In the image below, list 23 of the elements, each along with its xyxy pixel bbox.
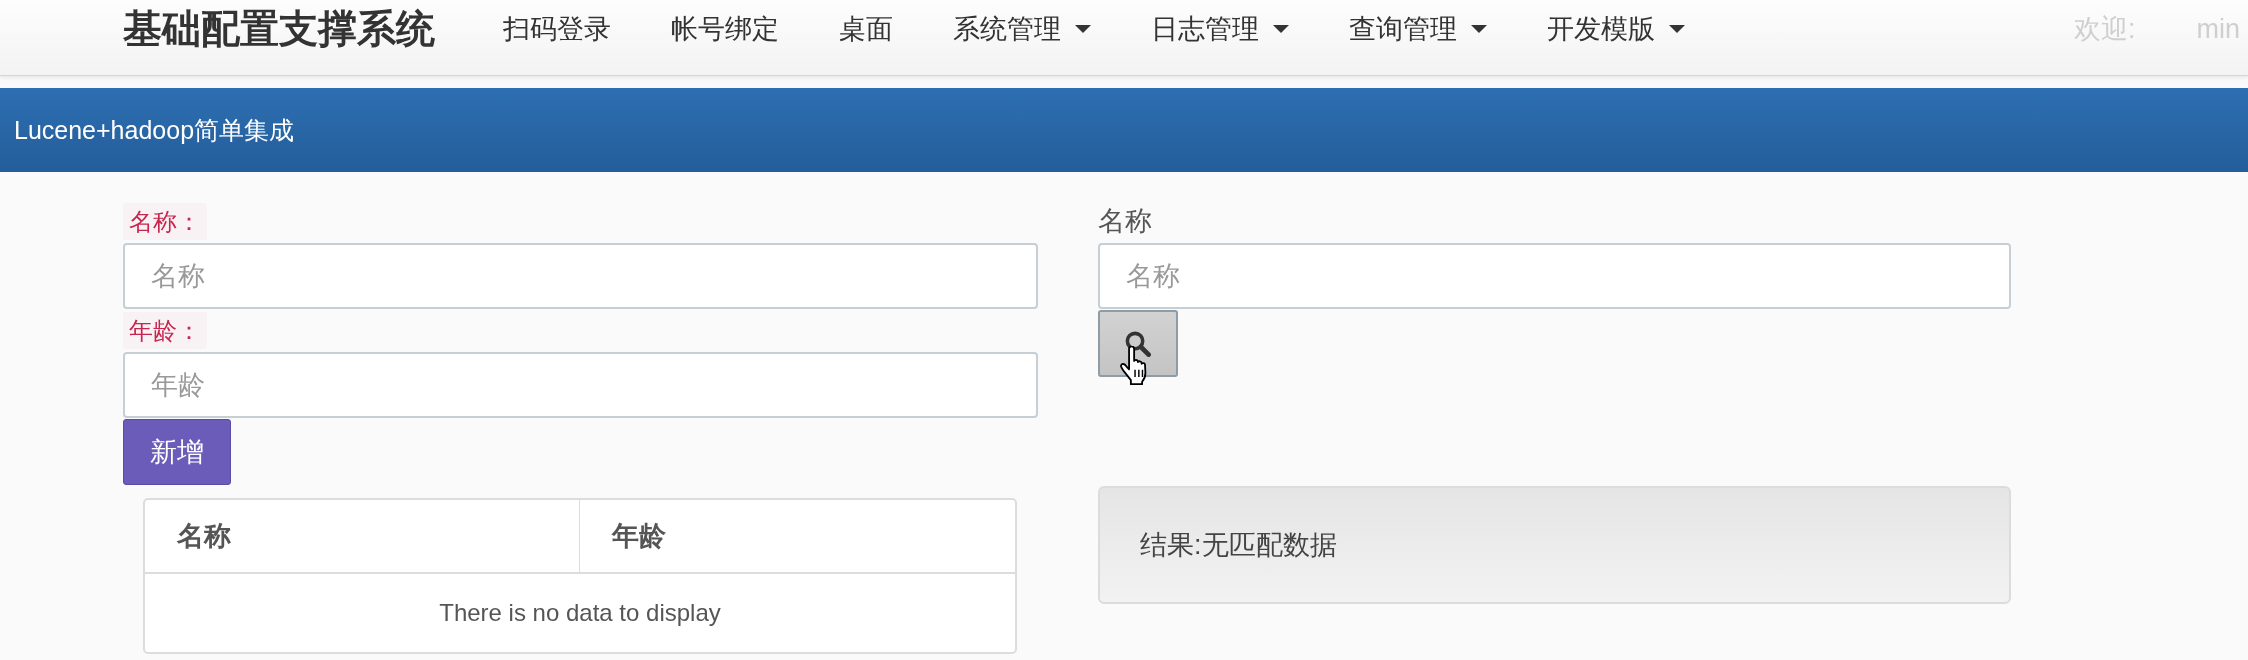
nav-link[interactable]: 查询管理 bbox=[1319, 10, 1517, 47]
search-button[interactable] bbox=[1098, 310, 1178, 377]
column-header: 名称 bbox=[145, 500, 580, 574]
nav-link[interactable]: 开发模版 bbox=[1517, 10, 1715, 47]
nav-link[interactable]: 系统管理 bbox=[923, 10, 1121, 47]
brand-title[interactable]: 基础配置支撑系统 bbox=[123, 5, 435, 52]
field-label: 年龄： bbox=[123, 312, 207, 349]
search-field[interactable]: 名称 bbox=[1098, 243, 2011, 309]
search-icon bbox=[1125, 330, 1151, 357]
input-field[interactable]: 名称 bbox=[123, 243, 1038, 309]
add-button[interactable]: 新增 bbox=[123, 419, 231, 485]
hand-cursor-icon bbox=[1120, 346, 1149, 386]
page-title: Lucene+hadoop简单集成 bbox=[14, 115, 295, 146]
empty-message: There is no data to display bbox=[438, 598, 722, 628]
nav-link[interactable]: 扫码登录 bbox=[473, 10, 641, 47]
field-label: 名称 bbox=[1098, 205, 1152, 238]
result-alert: 结果:无匹配数据 bbox=[1098, 486, 2011, 604]
column-header: 年龄 bbox=[580, 500, 1015, 574]
input-field[interactable]: 年龄 bbox=[123, 352, 1038, 418]
nav-link[interactable]: 日志管理 bbox=[1121, 10, 1319, 47]
nav-link[interactable]: 帐号绑定 bbox=[641, 10, 809, 47]
field-label: 名称： bbox=[123, 203, 207, 240]
nav-link[interactable]: 桌面 bbox=[809, 10, 923, 47]
